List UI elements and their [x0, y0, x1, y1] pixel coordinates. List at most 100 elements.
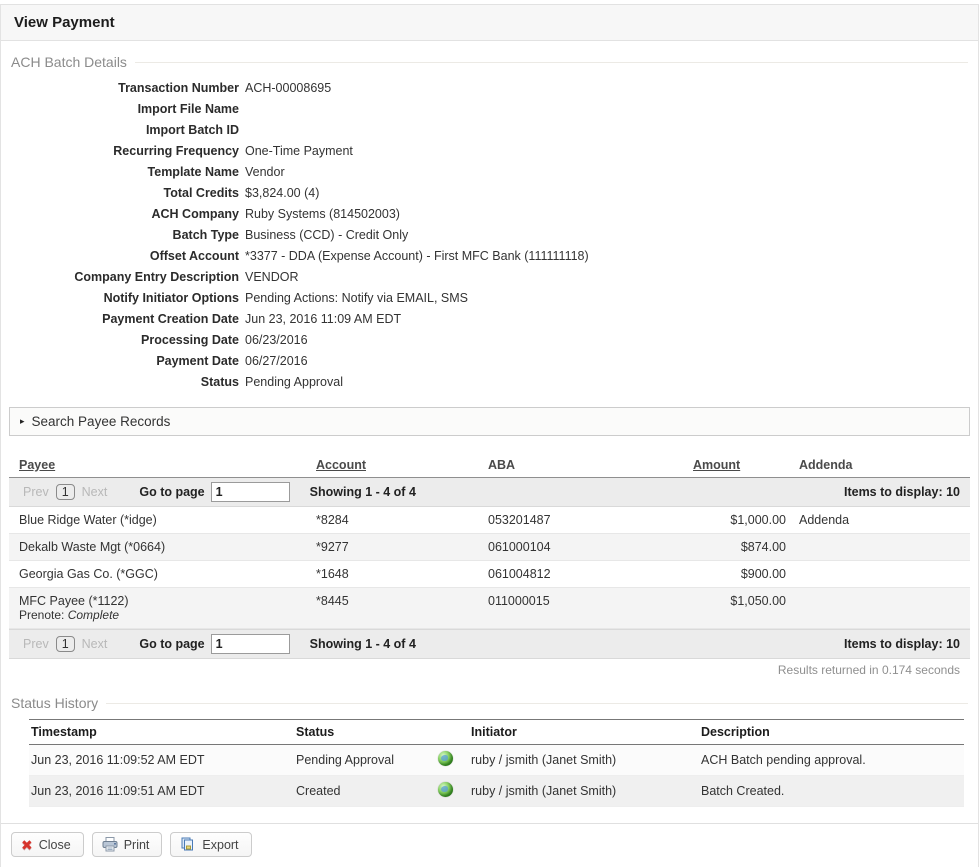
- detail-value: Pending Approval: [245, 375, 343, 390]
- column-header-description: Description: [699, 725, 964, 739]
- globe-icon: [436, 751, 469, 769]
- account-cell: *8445: [306, 594, 478, 608]
- detail-row: Import Batch ID: [11, 120, 968, 141]
- detail-row: Recurring Frequency One-Time Payment: [11, 141, 968, 162]
- amount-cell: $1,050.00: [688, 594, 786, 608]
- items-to-display: Items to display: 10: [844, 637, 960, 651]
- account-cell: *1648: [306, 567, 478, 581]
- detail-row: ACH Company Ruby Systems (814502003): [11, 204, 968, 225]
- table-row: MFC Payee (*1122) Prenote: Complete *844…: [9, 588, 970, 629]
- detail-label: Status: [11, 375, 239, 390]
- detail-value: 06/27/2016: [245, 354, 308, 369]
- table-row: Blue Ridge Water (*idge) *8284 053201487…: [9, 507, 970, 534]
- detail-value: VENDOR: [245, 270, 298, 285]
- printer-icon: [102, 837, 118, 852]
- detail-label: Offset Account: [11, 249, 239, 264]
- column-header-amount[interactable]: Amount: [688, 458, 786, 472]
- table-row: Georgia Gas Co. (*GGC) *1648 061004812 $…: [9, 561, 970, 588]
- timestamp-cell: Jun 23, 2016 11:09:52 AM EDT: [29, 753, 294, 767]
- column-header-timestamp: Timestamp: [29, 725, 294, 739]
- detail-row: Company Entry Description VENDOR: [11, 267, 968, 288]
- status-history-legend: Status History: [11, 695, 968, 711]
- column-header-status: Status: [294, 725, 436, 739]
- close-button[interactable]: ✖ Close: [11, 832, 84, 857]
- titlebar: View Payment: [1, 4, 978, 41]
- detail-label: Notify Initiator Options: [11, 291, 239, 306]
- aba-cell: 011000015: [478, 594, 688, 608]
- detail-value: $3,824.00 (4): [245, 186, 319, 201]
- amount-cell: $1,000.00: [688, 513, 786, 527]
- next-button[interactable]: Next: [78, 484, 112, 500]
- amount-cell: $900.00: [688, 567, 786, 581]
- goto-page-input[interactable]: [211, 482, 290, 502]
- table-row: Jun 23, 2016 11:09:52 AM EDT Pending App…: [29, 745, 964, 776]
- description-cell: Batch Created.: [699, 784, 964, 798]
- status-cell: Created: [294, 784, 436, 798]
- items-to-display: Items to display: 10: [844, 485, 960, 499]
- export-copy-icon: [180, 837, 196, 852]
- page-number-button[interactable]: 1: [56, 484, 75, 500]
- detail-row: Processing Date 06/23/2016: [11, 330, 968, 351]
- detail-row: Import File Name: [11, 99, 968, 120]
- search-panel-label: Search Payee Records: [32, 414, 171, 429]
- next-button[interactable]: Next: [78, 636, 112, 652]
- page-number-button[interactable]: 1: [56, 636, 75, 652]
- detail-label: Template Name: [11, 165, 239, 180]
- detail-value: 06/23/2016: [245, 333, 308, 348]
- goto-page-label: Go to page: [139, 637, 204, 651]
- payee-table-header: Payee Account ABA Amount Addenda: [9, 454, 970, 478]
- detail-row: Payment Creation Date Jun 23, 2016 11:09…: [11, 309, 968, 330]
- showing-count: Showing 1 - 4 of 4: [310, 637, 416, 651]
- print-button[interactable]: Print: [92, 832, 163, 857]
- detail-label: Payment Creation Date: [11, 312, 239, 327]
- pagination-top: Prev 1 Next Go to page Showing 1 - 4 of …: [9, 478, 970, 507]
- timestamp-cell: Jun 23, 2016 11:09:51 AM EDT: [29, 784, 294, 798]
- aba-cell: 053201487: [478, 513, 688, 527]
- table-row: Jun 23, 2016 11:09:51 AM EDT Created rub…: [29, 776, 964, 807]
- detail-value: Vendor: [245, 165, 285, 180]
- detail-row: Template Name Vendor: [11, 162, 968, 183]
- detail-value: Pending Actions: Notify via EMAIL, SMS: [245, 291, 468, 306]
- account-cell: *8284: [306, 513, 478, 527]
- column-header-addenda: Addenda: [786, 458, 970, 472]
- detail-label: Transaction Number: [11, 81, 239, 96]
- detail-label: Company Entry Description: [11, 270, 239, 285]
- description-cell: ACH Batch pending approval.: [699, 753, 964, 767]
- close-x-icon: ✖: [21, 838, 33, 852]
- addenda-link[interactable]: Addenda: [786, 513, 970, 527]
- detail-label: Recurring Frequency: [11, 144, 239, 159]
- detail-row: Payment Date 06/27/2016: [11, 351, 968, 372]
- batch-details-legend: ACH Batch Details: [11, 54, 968, 70]
- table-row: Dekalb Waste Mgt (*0664) *9277 061000104…: [9, 534, 970, 561]
- footer-toolbar: ✖ Close Print Export: [1, 824, 978, 867]
- prev-button[interactable]: Prev: [19, 484, 53, 500]
- goto-page-input[interactable]: [211, 634, 290, 654]
- detail-label: Import Batch ID: [11, 123, 239, 138]
- detail-value: One-Time Payment: [245, 144, 353, 159]
- detail-label: ACH Company: [11, 207, 239, 222]
- detail-label: Total Credits: [11, 186, 239, 201]
- status-history-table: Timestamp Status Initiator Description J…: [29, 719, 964, 807]
- goto-page-label: Go to page: [139, 485, 204, 499]
- aba-cell: 061000104: [478, 540, 688, 554]
- payee-table: Payee Account ABA Amount Addenda Prev 1 …: [9, 454, 970, 677]
- payee-cell: Blue Ridge Water (*idge): [9, 513, 306, 527]
- initiator-cell: ruby / jsmith (Janet Smith): [469, 784, 699, 798]
- status-cell: Pending Approval: [294, 753, 436, 767]
- column-header-account[interactable]: Account: [306, 458, 478, 472]
- detail-value: Business (CCD) - Credit Only: [245, 228, 408, 243]
- status-history-header: Timestamp Status Initiator Description: [29, 719, 964, 745]
- payee-cell: Georgia Gas Co. (*GGC): [9, 567, 306, 581]
- payee-cell: Dekalb Waste Mgt (*0664): [9, 540, 306, 554]
- detail-label: Import File Name: [11, 102, 239, 117]
- detail-row: Offset Account *3377 - DDA (Expense Acco…: [11, 246, 968, 267]
- detail-label: Batch Type: [11, 228, 239, 243]
- column-header-payee[interactable]: Payee: [9, 458, 306, 472]
- export-button[interactable]: Export: [170, 832, 251, 857]
- amount-cell: $874.00: [688, 540, 786, 554]
- prev-button[interactable]: Prev: [19, 636, 53, 652]
- search-payee-records-expander[interactable]: ▸ Search Payee Records: [9, 407, 970, 436]
- detail-row: Total Credits $3,824.00 (4): [11, 183, 968, 204]
- detail-row: Transaction Number ACH-00008695: [11, 78, 968, 99]
- expander-arrow-icon: ▸: [20, 416, 25, 427]
